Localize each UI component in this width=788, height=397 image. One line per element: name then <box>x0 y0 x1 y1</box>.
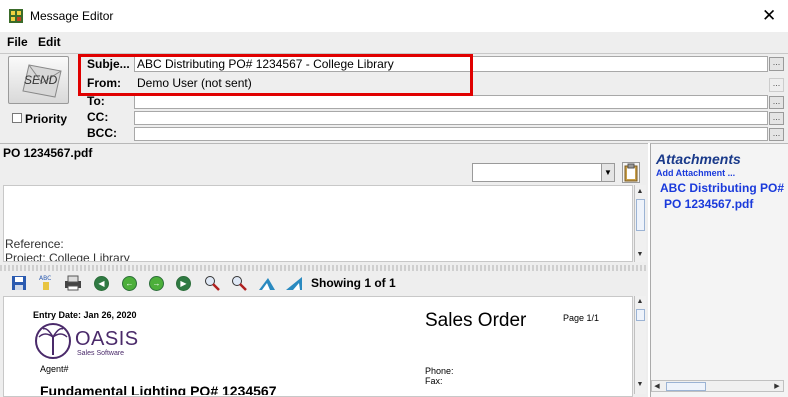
entry-date: Entry Date: Jan 26, 2020 <box>33 310 137 320</box>
project-line: Project: College Library <box>5 251 130 261</box>
send-label: SEND <box>24 73 58 87</box>
printer-icon <box>64 275 81 291</box>
spellcheck-icon: ABC <box>39 275 51 290</box>
viewer-select[interactable] <box>472 163 615 182</box>
scroll-down-icon[interactable]: ▼ <box>634 379 646 391</box>
page-count-status: Showing 1 of 1 <box>311 276 396 290</box>
menu-bar <box>0 32 788 53</box>
bcc-label: BCC: <box>87 126 117 140</box>
company-line: Fundamental Lighting PO# 1234567 <box>40 383 277 395</box>
zoom-in-icon <box>204 276 220 291</box>
from-more-button: ... <box>769 78 784 92</box>
attachment-item-line2[interactable]: PO 1234567.pdf <box>664 197 753 211</box>
bcc-field[interactable] <box>134 127 768 141</box>
scroll-thumb[interactable] <box>636 199 645 231</box>
fax-label: Fax: <box>425 376 443 386</box>
menu-edit[interactable]: Edit <box>38 35 61 49</box>
attachment-file-name: PO 1234567.pdf <box>3 146 93 160</box>
next-page-button[interactable]: → <box>146 273 167 293</box>
save-icon <box>11 276 26 290</box>
clipboard-icon <box>624 163 638 182</box>
scroll-up-icon[interactable]: ▲ <box>634 186 646 198</box>
scroll-down-icon[interactable]: ▼ <box>634 249 646 261</box>
logo-text: OASIS <box>75 328 139 350</box>
attachments-title: Attachments <box>656 151 741 167</box>
zoom-out-button[interactable] <box>228 273 249 293</box>
scroll-up-icon[interactable]: ▲ <box>634 296 646 308</box>
first-page-button[interactable]: ◀ <box>91 273 112 293</box>
rotate-right-button[interactable] <box>283 273 304 293</box>
next-page-icon: → <box>149 275 164 291</box>
phone-label: Phone: <box>425 366 454 376</box>
cc-more-button[interactable]: ... <box>769 112 784 125</box>
save-button[interactable] <box>8 273 29 293</box>
cc-field[interactable] <box>134 111 768 125</box>
priority-checkbox[interactable] <box>12 113 22 123</box>
prev-page-icon: ← <box>122 275 137 291</box>
scroll-thumb[interactable] <box>666 382 706 391</box>
scroll-thumb[interactable] <box>636 309 645 321</box>
app-icon <box>9 9 23 23</box>
priority-label: Priority <box>25 112 68 126</box>
clipboard-button[interactable] <box>622 162 640 183</box>
subject-more-button[interactable]: ... <box>769 57 784 71</box>
close-icon[interactable]: ✕ <box>762 6 776 26</box>
last-page-icon: ▶ <box>176 275 191 291</box>
rotate-left-icon <box>258 278 275 290</box>
zoom-in-button[interactable] <box>201 273 222 293</box>
to-more-button[interactable]: ... <box>769 96 784 109</box>
reference-label: Reference: <box>5 237 64 251</box>
zoom-out-icon <box>231 276 247 291</box>
oasis-logo-icon <box>35 323 71 359</box>
menu-file[interactable]: File <box>7 35 28 49</box>
print-button[interactable] <box>62 273 83 293</box>
bcc-more-button[interactable]: ... <box>769 128 784 141</box>
document-title: Sales Order <box>425 310 527 331</box>
chevron-down-icon[interactable]: ▼ <box>601 164 614 181</box>
abc-button[interactable]: ABC <box>35 273 56 293</box>
rotate-left-button[interactable] <box>256 273 277 293</box>
page-indicator: Page 1/1 <box>563 313 600 323</box>
logo-subtitle: Sales Software <box>77 350 125 357</box>
add-attachment-link[interactable]: Add Attachment ... <box>656 168 735 178</box>
prev-page-button[interactable]: ← <box>119 273 140 293</box>
to-field[interactable] <box>134 95 768 109</box>
cc-label: CC: <box>87 110 109 124</box>
svg-text:ABC: ABC <box>39 275 51 282</box>
first-page-icon: ◀ <box>94 275 109 291</box>
scroll-right-icon[interactable]: ▶ <box>772 381 782 393</box>
last-page-button[interactable]: ▶ <box>173 273 194 293</box>
highlight-box <box>78 54 473 96</box>
to-label: To: <box>87 94 105 108</box>
scroll-left-icon[interactable]: ◀ <box>652 381 662 393</box>
agent-label: Agent# <box>40 364 69 374</box>
window-title: Message Editor <box>30 9 114 23</box>
rotate-right-icon <box>285 277 302 290</box>
attachment-item-line1[interactable]: ABC Distributing PO# <box>660 181 786 195</box>
title-bar <box>0 0 788 32</box>
